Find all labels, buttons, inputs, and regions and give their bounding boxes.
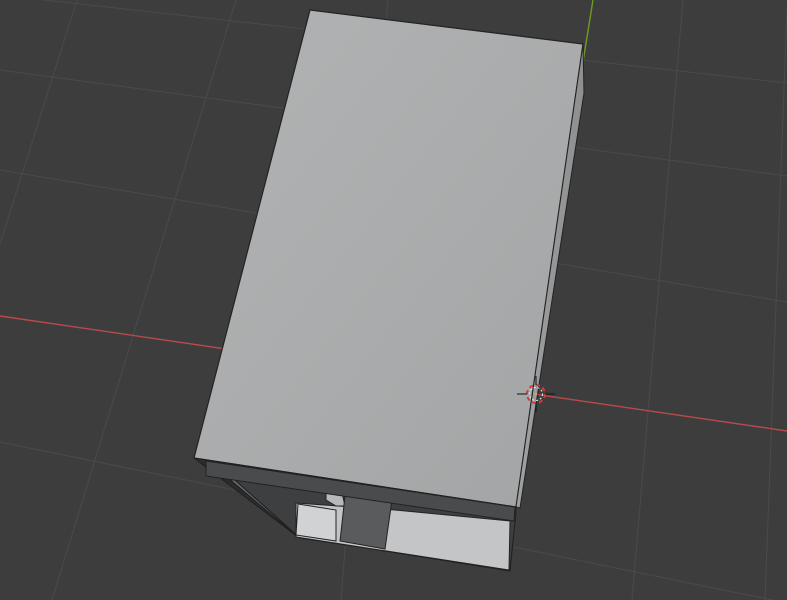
3d-viewport[interactable] [0,0,787,600]
3d-cursor-center [534,392,538,396]
viewport-scene[interactable] [0,0,787,600]
grid-line [51,0,237,600]
grid-line [764,7,787,600]
grid-line [631,0,684,600]
inner-left-post [295,503,337,542]
grid-line [0,0,78,245]
mesh-object[interactable] [193,9,585,572]
top-face [193,9,584,508]
